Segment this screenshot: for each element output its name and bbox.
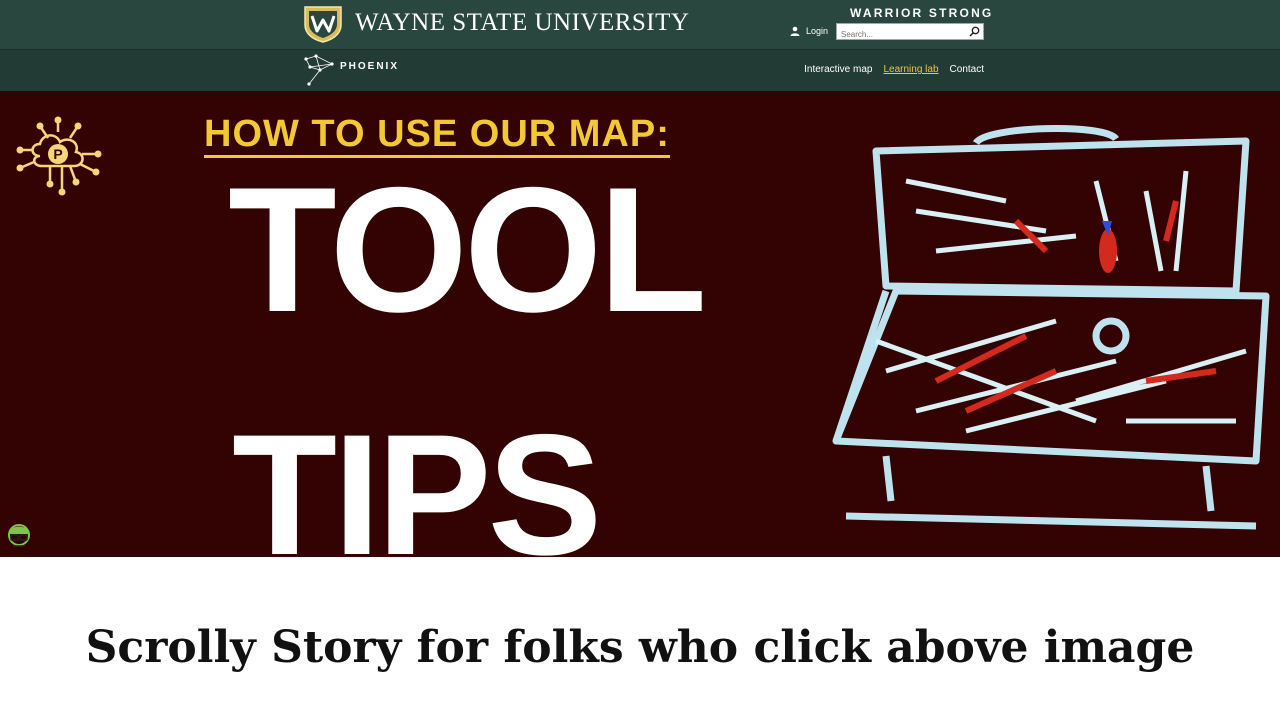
login-link[interactable]: Login xyxy=(790,26,828,36)
nav-contact[interactable]: Contact xyxy=(950,64,984,75)
avatar-icon xyxy=(8,524,30,547)
login-label: Login xyxy=(806,26,829,36)
circuit-badge-icon: P xyxy=(16,116,102,196)
nav-learning-lab[interactable]: Learning lab xyxy=(883,64,938,75)
phoenix-constellation-icon[interactable] xyxy=(302,53,336,87)
caption-text: Scrolly Story for folks who click above … xyxy=(85,622,1195,673)
toolbox-illustration xyxy=(832,124,1270,530)
badge-letter: P xyxy=(53,146,62,162)
university-header: WAYNE STATE UNIVERSITY WARRIOR STRONG Lo… xyxy=(0,0,1280,49)
subsite-nav-bar xyxy=(0,49,1280,92)
phoenix-site-name[interactable]: PHOENIX xyxy=(340,61,399,72)
search-icon[interactable] xyxy=(969,26,980,37)
university-name[interactable]: WAYNE STATE UNIVERSITY xyxy=(355,9,689,37)
user-icon xyxy=(790,26,800,36)
hero-title-line-2: TIPS xyxy=(232,399,602,557)
tagline: WARRIOR STRONG xyxy=(850,6,994,20)
main-nav: Interactive map Learning lab Contact xyxy=(804,64,984,75)
wayne-state-shield-icon[interactable] xyxy=(303,5,343,43)
hero-image[interactable]: P HOW TO USE OUR MAP: TOOL TIPS xyxy=(0,91,1280,557)
search-input[interactable] xyxy=(837,27,967,42)
search-box xyxy=(836,23,984,42)
hero-title-line-1: TOOL xyxy=(228,150,707,349)
nav-interactive-map[interactable]: Interactive map xyxy=(804,64,872,75)
